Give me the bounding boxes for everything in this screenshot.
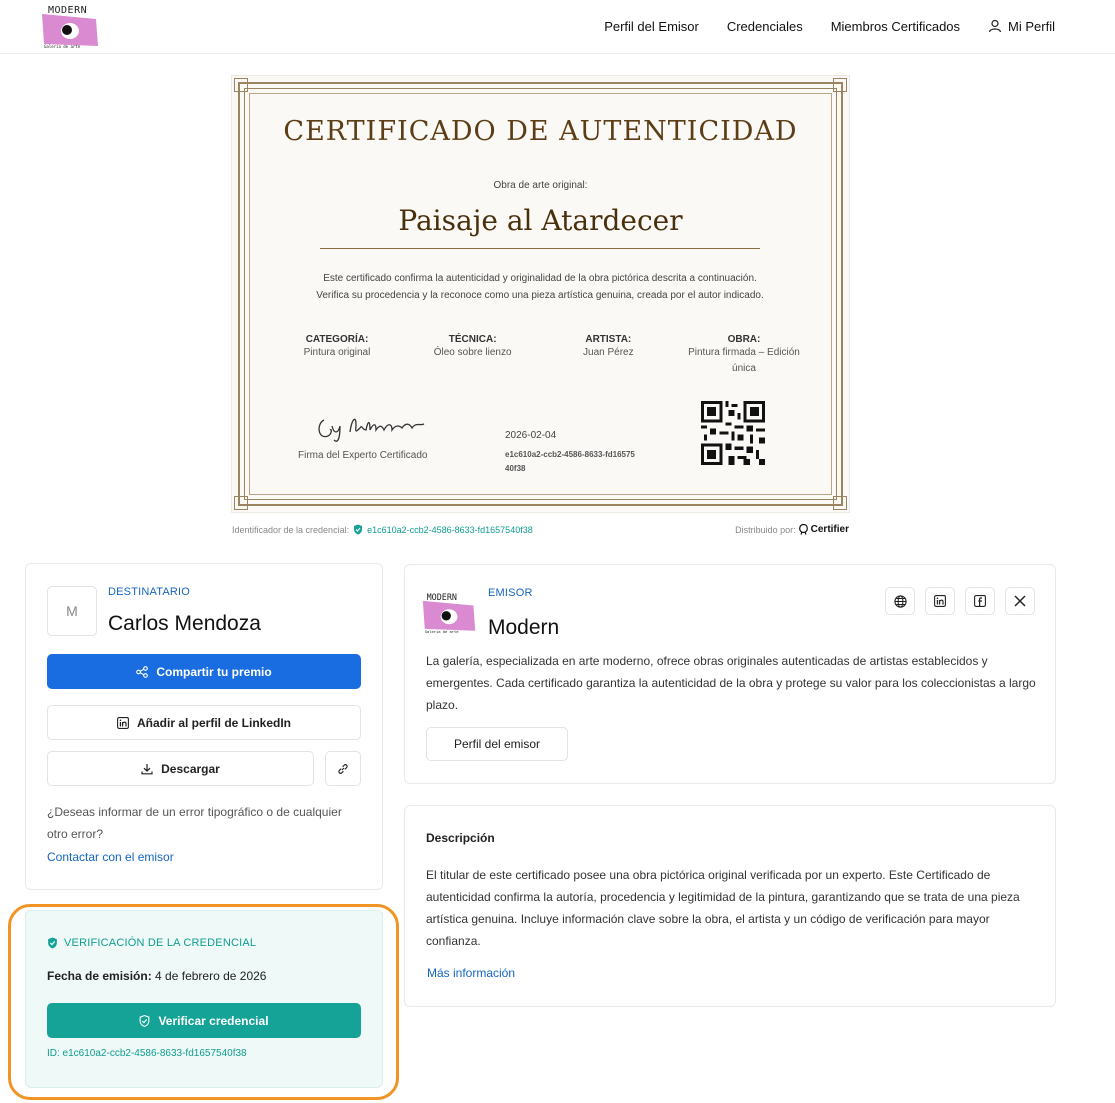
field-value: Juan Pérez <box>583 347 634 358</box>
credential-id-label: Identificador de la credencial: <box>232 524 350 535</box>
qr-code-icon <box>701 401 765 465</box>
nav-my-profile-label: Mi Perfil <box>1008 18 1055 34</box>
certifier-logo-icon <box>798 524 808 535</box>
credential-id-link[interactable]: e1c610a2-ccb2-4586-8633-fd1657540f38 <box>367 525 533 535</box>
nav-credentials[interactable]: Credenciales <box>727 19 803 34</box>
field-category: CATEGORÍA: Pintura original <box>272 334 402 377</box>
more-info-link[interactable]: Más información <box>427 966 515 980</box>
certificate-description: Este certificado confirma la autenticida… <box>316 273 764 301</box>
distributed-by: Distribuido por: Certifier <box>735 524 849 535</box>
issuer-profile-button[interactable]: Perfil del emisor <box>426 727 568 761</box>
download-button[interactable]: Descargar <box>47 751 314 786</box>
add-to-linkedin-button[interactable]: Añadir al perfil de LinkedIn <box>47 705 361 740</box>
linkedin-icon <box>117 716 129 729</box>
field-key: ARTISTA: <box>585 334 632 345</box>
field-key: TÉCNICA: <box>448 334 497 345</box>
issuer-card: MODERN Galería de arte EMISOR Modern La … <box>404 564 1056 784</box>
link-icon <box>338 763 348 774</box>
recipient-card: M DESTINATARIO Carlos Mendoza Compartir … <box>25 563 383 890</box>
issuer-label: EMISOR <box>488 587 533 599</box>
corner-ornament <box>833 496 847 510</box>
modern-logo[interactable]: Galería de arte MODERN <box>40 4 102 50</box>
certificate-fields: CATEGORÍA: Pintura original TÉCNICA: Óle… <box>272 334 809 377</box>
highlight-outline <box>8 904 399 1100</box>
field-key: OBRA: <box>727 334 761 345</box>
facebook-button[interactable] <box>965 587 995 615</box>
field-value: Óleo sobre lienzo <box>433 347 512 358</box>
x-button[interactable] <box>1005 587 1035 615</box>
svg-text:Galería de arte: Galería de arte <box>44 44 81 49</box>
avatar: M <box>47 586 97 636</box>
nav-certified-members[interactable]: Miembros Certificados <box>831 19 960 34</box>
issuer-description: La galería, especializada en arte modern… <box>426 654 1036 712</box>
top-header: Galería de arte MODERN Perfil del Emisor… <box>0 0 1115 54</box>
facebook-icon <box>974 595 986 607</box>
credential-meta: Identificador de la credencial: e1c610a2… <box>232 524 849 538</box>
field-technique: TÉCNICA: Óleo sobre lienzo <box>408 334 538 377</box>
issuer-logo-text: MODERN <box>427 592 457 602</box>
artwork-title: Paisaje al Atardecer <box>398 204 683 237</box>
download-label: Descargar <box>161 761 220 776</box>
issuer-social-links <box>885 587 1035 615</box>
report-error-text: ¿Deseas informar de un error tipográfico… <box>47 805 342 841</box>
main-nav: Perfil del Emisor Credenciales Miembros … <box>604 0 1055 52</box>
issuer-name: Modern <box>488 616 560 639</box>
corner-ornament <box>833 78 847 92</box>
signature-label: Firma del Experto Certificado <box>298 450 428 461</box>
description-title: Descripción <box>426 831 495 845</box>
certificate-id: e1c610a2-ccb2-4586-8633-fd1657540f38 <box>505 450 635 473</box>
certificate-date: 2026-02-04 <box>505 430 557 441</box>
field-work: OBRA: Pintura firmada – Edición única <box>679 334 809 377</box>
certificate-image: CERTIFICADO DE AUTENTICIDAD Obra de arte… <box>232 76 849 512</box>
x-icon <box>1014 595 1026 607</box>
title-divider <box>320 248 760 249</box>
recipient-name: Carlos Mendoza <box>108 612 261 635</box>
certifier-link[interactable]: Certifier <box>811 524 849 535</box>
share-award-label: Compartir tu premio <box>156 664 272 679</box>
linkedin-icon <box>934 595 946 607</box>
issuer-logo[interactable]: MODERN Galería de arte <box>421 589 479 637</box>
field-key: CATEGORÍA: <box>305 334 369 345</box>
nav-my-profile[interactable]: Mi Perfil <box>988 19 1055 34</box>
corner-ornament <box>234 496 248 510</box>
shield-check-icon <box>354 524 363 535</box>
share-icon <box>136 665 149 678</box>
certificate-title: CERTIFICADO DE AUTENTICIDAD <box>283 116 798 147</box>
description-card: Descripción El titular de este certifica… <box>404 805 1056 1007</box>
description-text: El titular de este certificado posee una… <box>426 868 1020 948</box>
add-to-linkedin-label: Añadir al perfil de LinkedIn <box>136 715 292 730</box>
field-artist: ARTISTA: Juan Pérez <box>543 334 673 377</box>
contact-issuer-link[interactable]: Contactar con el emisor <box>47 850 174 864</box>
logo-text: MODERN <box>48 5 88 16</box>
distributed-label: Distribuido por: <box>735 524 796 535</box>
nav-issuer-profile[interactable]: Perfil del Emisor <box>604 19 699 34</box>
website-button[interactable] <box>885 587 915 615</box>
globe-icon <box>893 594 907 608</box>
download-icon <box>141 763 153 774</box>
field-value: Pintura firmada – Edición única <box>688 347 800 374</box>
expert-signature <box>318 418 425 442</box>
share-award-button[interactable]: Compartir tu premio <box>47 654 361 689</box>
recipient-label: DESTINATARIO <box>108 586 191 598</box>
corner-ornament <box>234 78 248 92</box>
user-icon <box>988 19 1002 33</box>
credential-identifier: Identificador de la credencial: e1c610a2… <box>232 524 533 535</box>
issuer-logo-caption: Galería de arte <box>425 630 459 634</box>
field-value: Pintura original <box>303 347 371 358</box>
certificate-subtitle: Obra de arte original: <box>493 180 588 191</box>
copy-link-button[interactable] <box>325 751 361 786</box>
linkedin-button[interactable] <box>925 587 955 615</box>
